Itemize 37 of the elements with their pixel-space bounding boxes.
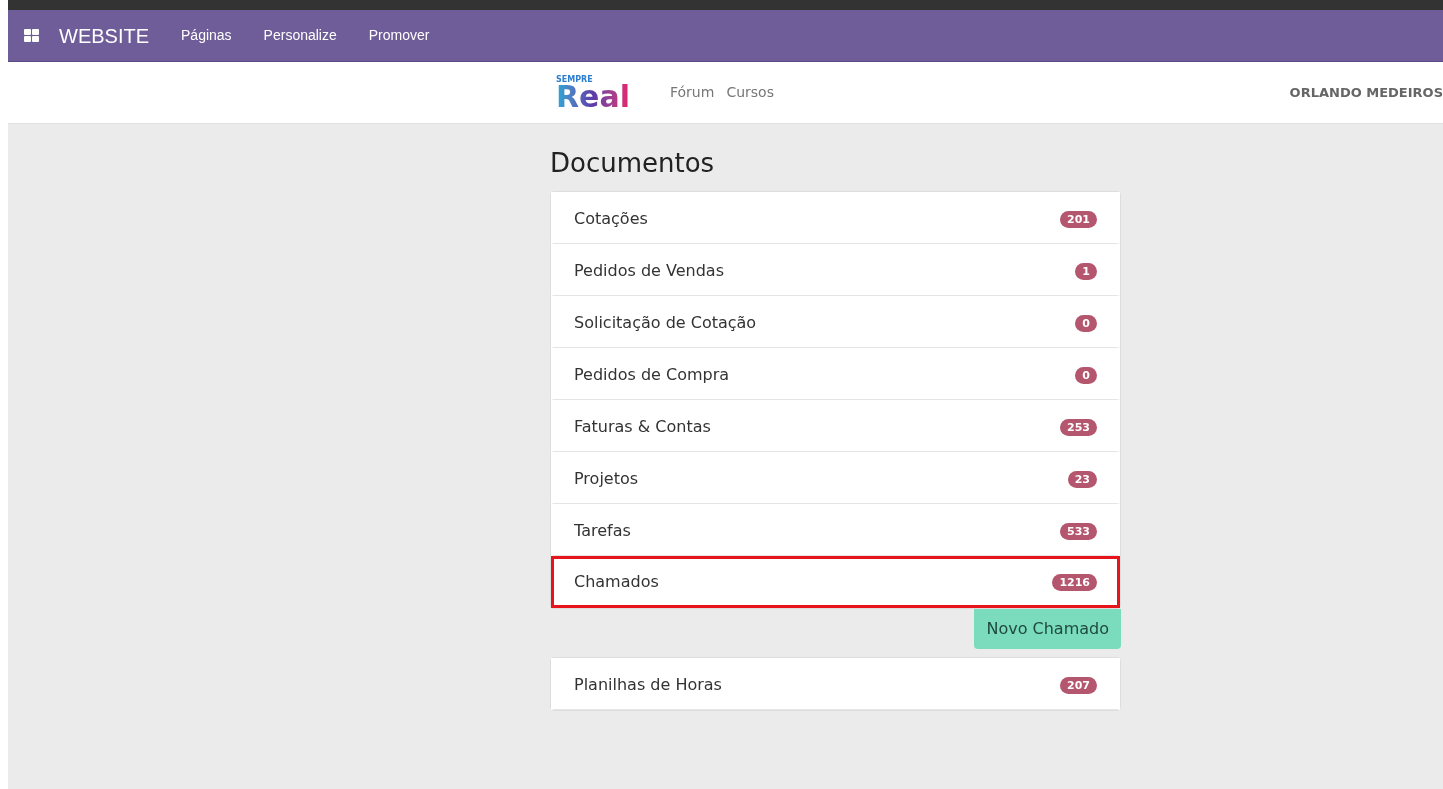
count-badge: 23 xyxy=(1067,470,1097,488)
document-row[interactable]: Solicitação de Cotação 0 xyxy=(551,296,1120,348)
document-label: Cotações xyxy=(574,208,648,230)
document-row[interactable]: Cotações 201 xyxy=(551,192,1120,244)
app-title[interactable]: WEBSITE xyxy=(59,20,149,51)
document-label: Projetos xyxy=(574,468,639,490)
page-title: Documentos xyxy=(550,147,716,180)
count-badge: 533 xyxy=(1060,522,1097,540)
document-label: Solicitação de Cotação xyxy=(574,312,757,334)
apps-grid-icon[interactable] xyxy=(24,29,39,42)
new-ticket-button[interactable]: Novo Chamado xyxy=(974,609,1121,649)
document-row[interactable]: Chamados 1216 xyxy=(551,556,1120,608)
document-label: Pedidos de Compra xyxy=(574,364,730,386)
menu-link[interactable]: Personalize xyxy=(263,25,337,46)
count-badge: 253 xyxy=(1060,418,1097,436)
document-label: Faturas & Contas xyxy=(574,416,711,438)
document-row[interactable]: Tarefas 533 xyxy=(551,504,1120,556)
menu-link[interactable]: Páginas xyxy=(181,25,232,46)
count-badge: 1 xyxy=(1075,262,1097,280)
count-badge: 207 xyxy=(1060,676,1097,694)
document-row[interactable]: Pedidos de Vendas 1 xyxy=(551,244,1120,296)
document-row[interactable]: Projetos 23 xyxy=(551,452,1120,504)
count-badge: 1216 xyxy=(1052,573,1097,591)
menu-link[interactable]: Promover xyxy=(368,25,430,46)
count-badge: 201 xyxy=(1060,210,1097,228)
document-label: Planilhas de Horas xyxy=(574,674,722,696)
document-row[interactable]: Planilhas de Horas 207 xyxy=(551,658,1120,710)
count-badge: 0 xyxy=(1075,366,1097,384)
document-label: Tarefas xyxy=(574,520,631,542)
document-label: Chamados xyxy=(574,571,659,593)
document-label: Pedidos de Vendas xyxy=(574,260,724,282)
nav-link[interactable]: Cursos xyxy=(726,82,774,103)
document-row[interactable]: Pedidos de Compra 0 xyxy=(551,348,1120,400)
nav-link[interactable]: Fórum xyxy=(670,82,715,103)
document-row[interactable]: Faturas & Contas 253 xyxy=(551,400,1120,452)
count-badge: 0 xyxy=(1075,314,1097,332)
user-name[interactable]: ORLANDO MEDEIROS xyxy=(1289,82,1443,103)
